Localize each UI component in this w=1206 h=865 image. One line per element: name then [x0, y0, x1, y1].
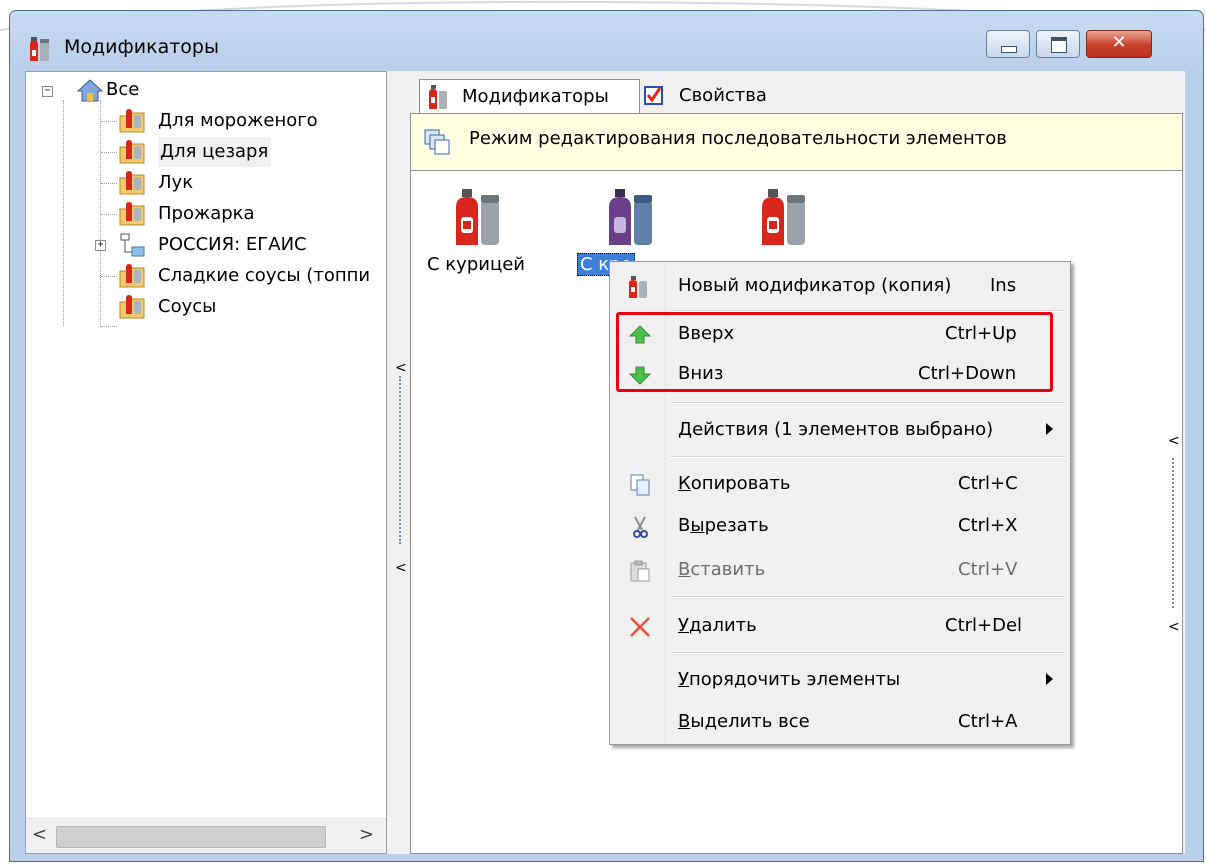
menu-item-label: Удалить	[678, 615, 757, 636]
menu-separator	[670, 596, 1066, 598]
tree-item-label: Сладкие соусы (топпи	[158, 265, 371, 286]
menu-shortcut: Ctrl+Del	[945, 615, 1023, 636]
tab-properties[interactable]: Свойства	[643, 79, 803, 113]
folder-sauce-icon	[119, 295, 145, 319]
tree-item-label: Соусы	[158, 296, 217, 317]
expand-toggle[interactable]: +	[95, 240, 106, 251]
menu-item-label: Вставить	[678, 559, 766, 580]
minimize-button[interactable]	[986, 30, 1030, 58]
sauce-icon	[629, 276, 647, 298]
tree-item-label: Лук	[158, 172, 194, 193]
sauce-bottles-icon	[609, 189, 652, 245]
menu-item-paste[interactable]: Вставить Ctrl+V	[610, 548, 1070, 594]
tree-line	[101, 152, 117, 153]
home-icon	[76, 79, 104, 102]
tree-item-label: Для цезаря	[158, 137, 271, 167]
tree-line	[101, 121, 117, 122]
panel-splitter[interactable]: < <	[395, 71, 407, 854]
menu-item-label: Новый модификатор (копия)	[678, 275, 952, 296]
tree-item-label: Все	[106, 79, 140, 100]
maximize-button[interactable]	[1036, 30, 1080, 58]
maximize-icon	[1051, 37, 1067, 53]
menu-separator	[670, 402, 1066, 404]
collapse-right-icon[interactable]: <	[1168, 434, 1180, 448]
scissors-icon	[633, 516, 648, 538]
tree-item-label: РОССИЯ: ЕГАИС	[158, 234, 307, 255]
menu-shortcut: Ins	[990, 275, 1017, 296]
checkbox-properties-icon	[644, 86, 663, 105]
submenu-arrow-icon	[1046, 423, 1053, 435]
menu-shortcut: Ctrl+A	[958, 711, 1018, 732]
tree-line	[63, 100, 64, 326]
title-bar[interactable]: Модификаторы ✕	[10, 11, 1203, 73]
tree-item-label: Прожарка	[158, 203, 255, 224]
close-button[interactable]: ✕	[1086, 30, 1152, 58]
menu-item-arrange[interactable]: Упорядочить элементы	[610, 658, 1070, 704]
tree-line	[101, 183, 117, 184]
category-tree[interactable]: − Все Для мороженого Для цезаря Лук Прож…	[25, 71, 387, 854]
menu-shortcut: Ctrl+X	[958, 515, 1018, 536]
menu-item-label: Вырезать	[678, 515, 769, 536]
minimize-icon	[1001, 46, 1017, 53]
tab-label: Модификаторы	[462, 86, 609, 107]
delete-x-icon	[630, 617, 650, 637]
menu-item-label: Действия (1 элементов выбрано)	[678, 419, 994, 440]
menu-item-cut[interactable]: Вырезать Ctrl+X	[610, 504, 1070, 550]
folder-sauce-icon	[119, 264, 145, 288]
sequence-edit-icon	[424, 129, 450, 155]
folder-sauce-icon	[119, 109, 145, 133]
splitter-grip[interactable]	[1172, 458, 1174, 608]
collapse-left-icon[interactable]: <	[395, 561, 407, 575]
folder-tree-icon	[120, 233, 145, 257]
tab-label: Свойства	[679, 85, 767, 106]
sauce-bottles-icon	[30, 37, 49, 61]
splitter-grip[interactable]	[399, 376, 401, 544]
edit-mode-infobar: Режим редактирования последовательности …	[411, 114, 1182, 171]
tree-line	[101, 276, 117, 277]
menu-shortcut: Ctrl+C	[958, 473, 1018, 494]
tree-line	[100, 100, 101, 326]
collapse-left-icon[interactable]: <	[395, 361, 407, 375]
right-panel-splitter[interactable]: < <	[1168, 434, 1180, 634]
menu-shortcut: Ctrl+V	[958, 559, 1018, 580]
sauce-bottles-icon	[762, 189, 805, 245]
scroll-right-icon[interactable]: >	[359, 824, 374, 845]
menu-separator	[670, 456, 1066, 458]
window-title: Модификаторы	[64, 36, 219, 58]
tree-line	[101, 326, 117, 327]
submenu-arrow-icon	[1046, 673, 1053, 685]
folder-sauce-icon	[119, 202, 145, 226]
collapse-toggle[interactable]: −	[42, 86, 53, 97]
infobar-text: Режим редактирования последовательности …	[469, 128, 1007, 149]
menu-item-actions[interactable]: Действия (1 элементов выбрано)	[610, 408, 1070, 454]
menu-item-copy[interactable]: Копировать Ctrl+C	[610, 462, 1070, 508]
folder-sauce-icon	[119, 140, 145, 164]
tree-item-label: Для мороженого	[158, 110, 318, 131]
sauce-bottles-icon	[429, 85, 447, 109]
menu-item-delete[interactable]: Удалить Ctrl+Del	[610, 604, 1070, 650]
folder-sauce-icon	[119, 171, 145, 195]
menu-item-new-modifier[interactable]: Новый модификатор (копия) Ins	[610, 264, 1070, 310]
modifier-item[interactable]: С курицей	[416, 189, 536, 289]
menu-item-select-all[interactable]: Выделить все Ctrl+A	[610, 700, 1070, 746]
tab-modifiers[interactable]: Модификаторы	[419, 79, 640, 113]
scrollbar-thumb[interactable]	[56, 826, 326, 848]
tree-line	[101, 214, 117, 215]
menu-item-label: Упорядочить элементы	[678, 669, 901, 690]
menu-item-label: Копировать	[678, 473, 791, 494]
scroll-left-icon[interactable]: <	[32, 824, 47, 845]
paste-icon	[630, 560, 650, 582]
tree-horizontal-scrollbar[interactable]: < >	[26, 818, 386, 853]
sauce-bottles-icon	[456, 189, 499, 245]
annotation-highlight-box	[616, 312, 1053, 392]
menu-item-label: Выделить все	[678, 711, 810, 732]
copy-icon	[630, 474, 650, 496]
close-icon: ✕	[1111, 32, 1127, 53]
modifier-item-label: С курицей	[427, 254, 525, 275]
collapse-right-icon[interactable]: <	[1168, 620, 1180, 634]
menu-separator	[670, 652, 1066, 654]
